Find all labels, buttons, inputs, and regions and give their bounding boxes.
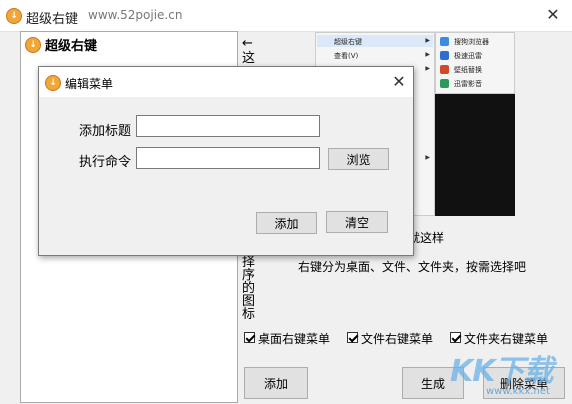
add-menu-button[interactable]: 添加 xyxy=(244,367,308,399)
preview-submenu-arrow-icon: ▶ xyxy=(425,51,430,58)
preview-submenu-item: 壁纸替换 xyxy=(454,66,482,74)
preview-submenu-item: 迅雷影音 xyxy=(454,80,482,88)
command-field-label: 执行命令 xyxy=(79,155,132,170)
app-logo-icon: ↓ xyxy=(6,8,22,24)
tree-root-label[interactable]: 超级右键 xyxy=(45,35,97,54)
preview-submenu-item: 搜狗浏览器 xyxy=(454,38,489,46)
main-titlebar: ↓ 超级右键 www.52pojie.cn ✕ xyxy=(0,0,572,32)
dialog-title: 编辑菜单 xyxy=(65,77,114,91)
preview-submenu-app-icon xyxy=(440,65,449,74)
dialog-add-button[interactable]: 添加 xyxy=(256,212,317,234)
preview-menu-item: 超级右键 xyxy=(334,38,362,46)
preview-submenu-arrow-icon: ▶ xyxy=(425,65,430,72)
title-field-label: 添加标题 xyxy=(79,124,132,139)
preview-submenu-app-icon xyxy=(440,37,449,46)
watermark-url: www.kkx.net xyxy=(486,386,550,397)
desktop-menu-checkbox[interactable] xyxy=(244,332,255,343)
desktop-menu-label: 桌面右键菜单 xyxy=(258,332,331,346)
edit-menu-dialog: ↓ 编辑菜单 ✕ 添加标题 执行命令 浏览 添加 清空 xyxy=(38,66,414,256)
folder-menu-checkbox[interactable] xyxy=(450,332,461,343)
tree-root-icon: ↓ xyxy=(25,37,41,53)
preview-submenu-arrow-icon: ▶ xyxy=(425,37,430,44)
preview-submenu-arrow-icon: ▶ xyxy=(425,154,430,161)
watermark: KK下载 www.kkx.net xyxy=(450,346,570,402)
preview-menu-item: 查看(V) xyxy=(334,52,359,60)
dialog-close-icon[interactable]: ✕ xyxy=(389,72,409,92)
description-line-2: 右键分为桌面、文件、文件夹，按需选择吧 xyxy=(298,260,527,274)
window-url: www.52pojie.cn xyxy=(88,8,183,22)
browse-button[interactable]: 浏览 xyxy=(328,148,389,170)
preview-submenu-app-icon xyxy=(440,51,449,60)
preview-submenu-app-icon xyxy=(440,79,449,88)
dialog-titlebar: ↓ 编辑菜单 ✕ xyxy=(39,67,413,97)
window-title: 超级右键 xyxy=(26,12,79,27)
watermark-text: KK下载 xyxy=(450,354,553,389)
dialog-logo-icon: ↓ xyxy=(45,75,61,91)
file-menu-label: 文件右键菜单 xyxy=(361,332,434,346)
file-menu-checkbox[interactable] xyxy=(347,332,358,343)
close-icon[interactable]: ✕ xyxy=(543,5,563,25)
command-input[interactable] xyxy=(136,147,320,169)
preview-submenu: 搜狗浏览器极速迅雷壁纸替换迅雷影音 xyxy=(435,32,515,94)
preview-submenu-item: 极速迅雷 xyxy=(454,52,482,60)
folder-menu-label: 文件夹右键菜单 xyxy=(464,332,549,346)
title-input[interactable] xyxy=(136,115,320,137)
vertical-hint-text-2: 择序的图标 xyxy=(242,255,256,322)
dialog-clear-button[interactable]: 清空 xyxy=(326,211,388,233)
